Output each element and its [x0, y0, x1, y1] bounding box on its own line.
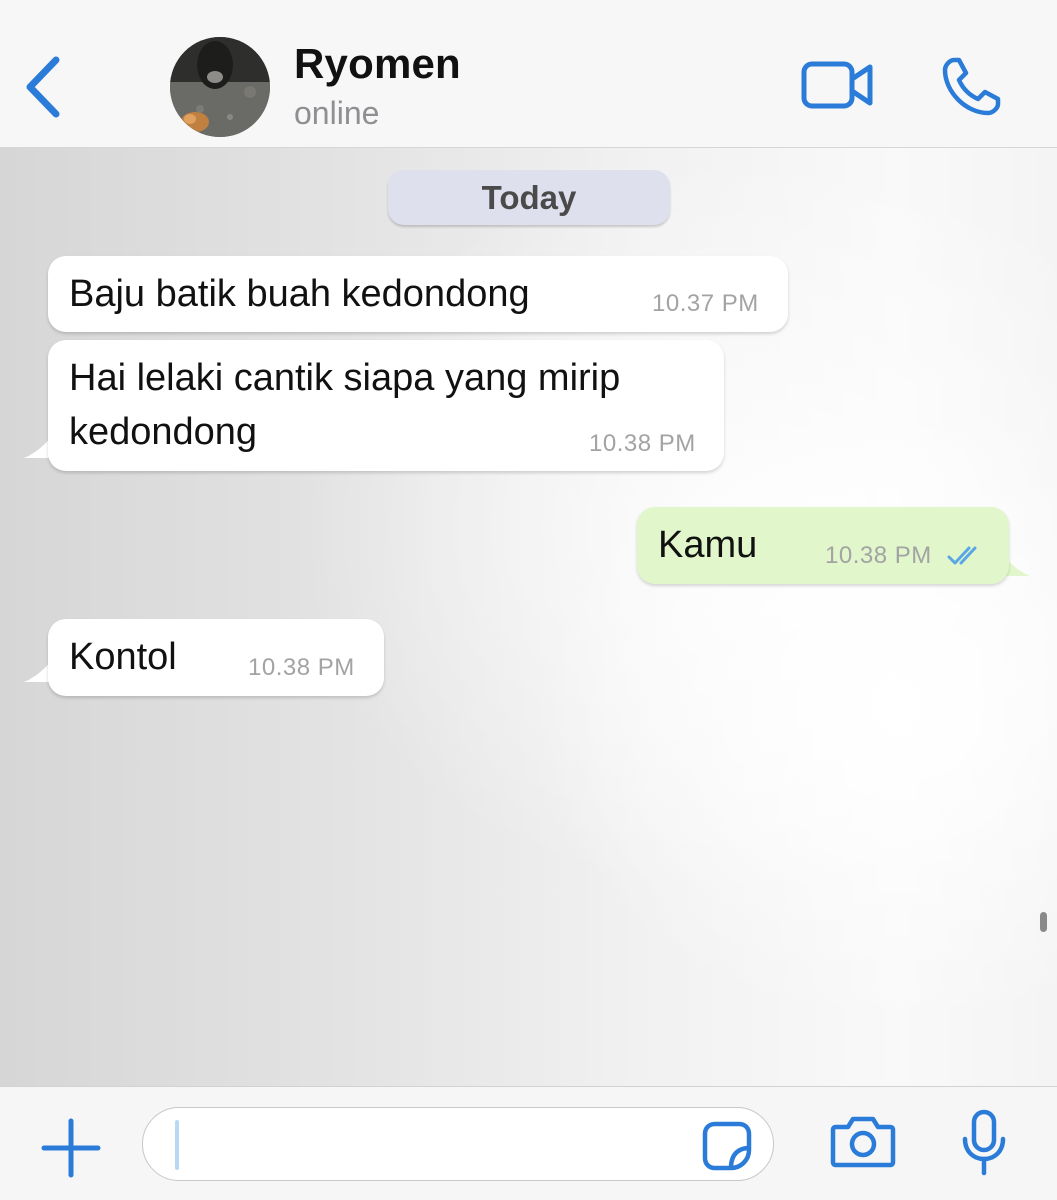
message-bubble-incoming[interactable]: Kontol 10.38 PM — [48, 619, 384, 696]
plus-icon — [41, 1118, 101, 1178]
text-cursor — [175, 1120, 179, 1170]
message-text: Kamu — [658, 524, 758, 566]
message-time: 10.38 PM — [589, 430, 696, 457]
voice-call-button[interactable] — [940, 56, 1002, 118]
message-time: 10.38 PM — [248, 654, 355, 681]
phone-icon — [942, 57, 1001, 116]
message-bubble-outgoing[interactable]: Kamu 10.38 PM — [637, 507, 1009, 584]
avatar[interactable] — [170, 37, 270, 137]
message-text-line: kedondong — [69, 411, 258, 453]
video-camera-icon — [801, 61, 873, 109]
message-bubble-incoming[interactable]: Hai lelaki cantik siapa yang mirip kedon… — [48, 340, 724, 471]
sticker-icon — [702, 1121, 752, 1171]
message-text: Baju batik buah kedondong — [69, 273, 530, 315]
microphone-button[interactable] — [960, 1109, 1008, 1177]
date-separator: Today — [388, 170, 670, 225]
video-call-button[interactable] — [800, 58, 876, 112]
chat-messages-area[interactable]: Today Baju batik buah kedondong 10.37 PM… — [0, 148, 1057, 1086]
contact-name[interactable]: Ryomen — [294, 40, 461, 88]
back-button[interactable] — [20, 52, 68, 122]
avatar-photo — [170, 37, 270, 137]
camera-icon — [830, 1116, 896, 1168]
contact-status: online — [294, 95, 380, 131]
message-text-line: Hai lelaki cantik siapa yang mirip — [69, 357, 621, 399]
message-text: Kontol — [69, 636, 177, 678]
microphone-icon — [962, 1109, 1006, 1176]
double-check-read-icon — [947, 546, 977, 565]
attach-button[interactable] — [40, 1117, 102, 1179]
message-input[interactable] — [142, 1107, 774, 1181]
camera-button[interactable] — [830, 1113, 896, 1169]
message-time: 10.37 PM — [652, 290, 759, 317]
chevron-left-icon — [26, 56, 60, 118]
chat-header: Ryomen online — [0, 0, 1057, 148]
scrollbar[interactable] — [1040, 912, 1047, 932]
sticker-button[interactable] — [701, 1120, 753, 1172]
message-bubble-incoming[interactable]: Baju batik buah kedondong 10.37 PM — [48, 256, 788, 332]
composer-bar — [0, 1086, 1057, 1200]
message-time: 10.38 PM — [825, 542, 932, 569]
